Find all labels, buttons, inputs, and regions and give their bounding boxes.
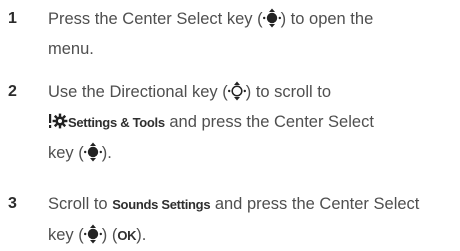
text-run: key ( — [48, 144, 84, 162]
step-line: key ( ) (OK). — [48, 220, 458, 251]
step-line: Use the Directional key ( ) to scroll to — [48, 77, 458, 107]
step-number: 3 — [8, 195, 17, 212]
menu-item-label: Sounds Settings — [112, 197, 211, 212]
text-run: Scroll to — [48, 195, 113, 213]
center-select-key-icon — [83, 224, 102, 244]
softkey-label: OK — [117, 228, 137, 243]
text-run: ). — [136, 226, 147, 244]
text-run: Press the Center Select key ( — [48, 10, 263, 28]
text-run: and press the Center Select — [164, 113, 374, 131]
step-line: Scroll to Sounds Settings and press the … — [48, 189, 458, 220]
step-line: Settings & Tools and press the Center Se… — [48, 107, 458, 138]
settings-tools-icon — [48, 113, 68, 131]
menu-item-label: Settings & Tools — [68, 115, 165, 130]
text-run: ). — [101, 144, 112, 162]
step-text: Scroll to Sounds Settings and press the … — [48, 189, 458, 251]
text-run: ) to open the — [280, 10, 374, 28]
step-text: Use the Directional key () to scroll to … — [48, 77, 458, 168]
step-line: key (). — [48, 138, 458, 168]
step-text: Press the Center Select key ( ) to open t… — [48, 4, 458, 64]
step-number: 1 — [8, 10, 17, 27]
directional-key-icon — [227, 81, 246, 101]
text-run: ) to scroll to — [245, 83, 332, 101]
text-run: and press the Center Select — [210, 195, 420, 213]
text-run: ) ( — [101, 226, 118, 244]
center-select-key-icon — [262, 8, 281, 28]
step-line: menu. — [48, 40, 94, 58]
step-line: Press the Center Select key ( ) to open t… — [48, 4, 458, 34]
step-number: 2 — [8, 83, 17, 100]
text-run: Use the Directional key ( — [48, 83, 228, 101]
text-run: key ( — [48, 226, 84, 244]
center-select-key-icon — [83, 142, 102, 162]
